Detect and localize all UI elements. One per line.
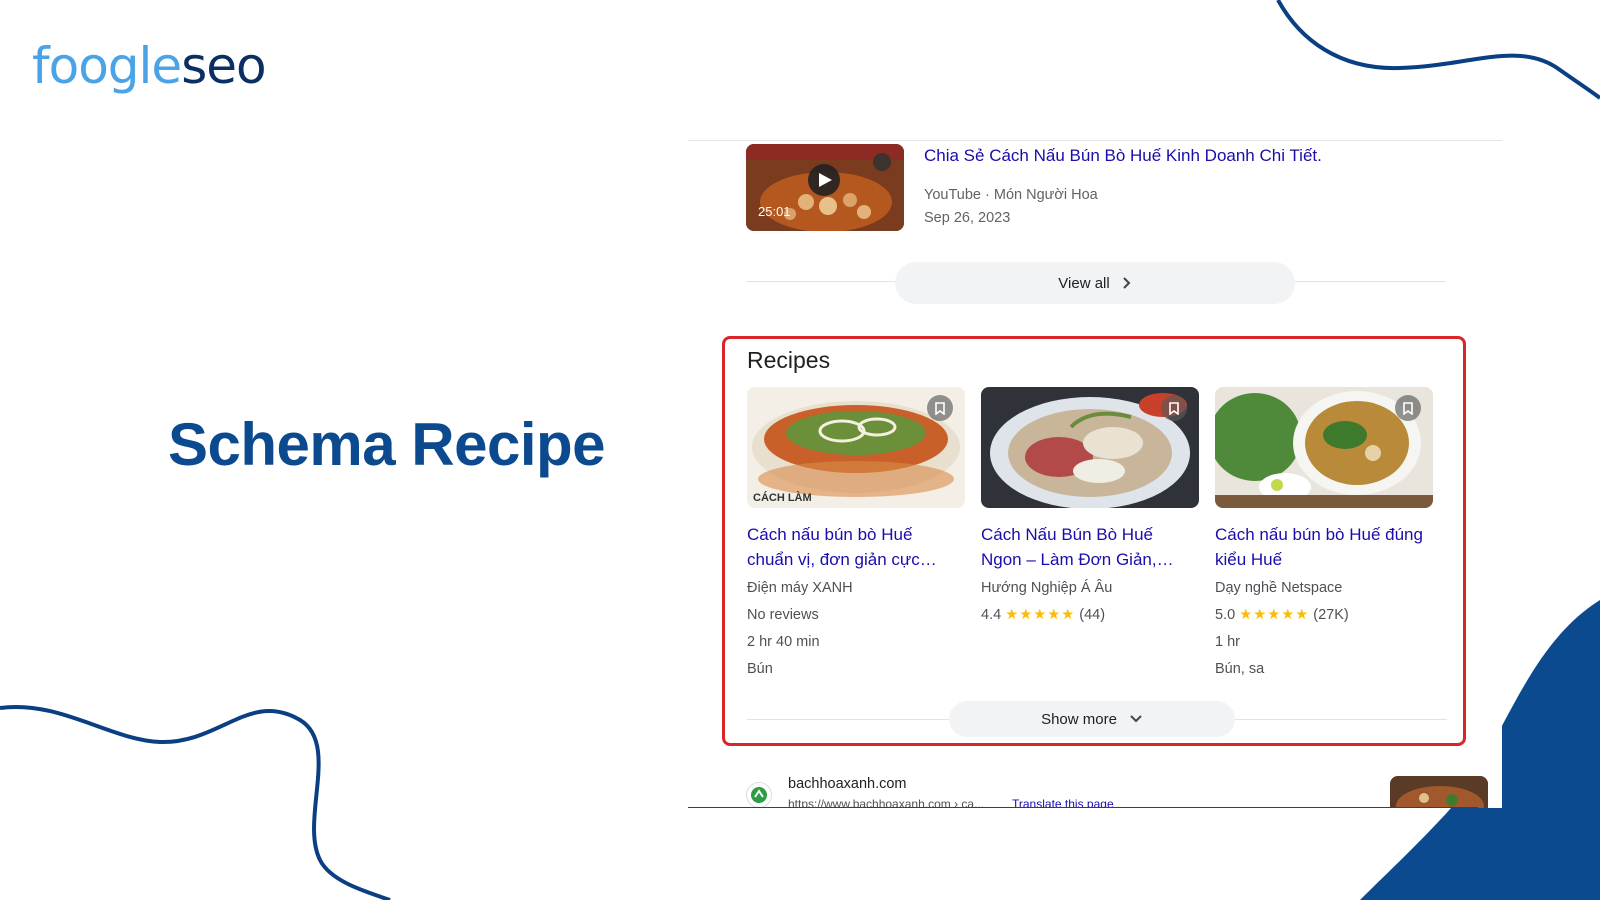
recipe-ingredients: Bún bbox=[747, 661, 773, 677]
recipe-title-link[interactable]: Cách Nấu Bún Bò Huế Ngon – Làm Đơn Giản,… bbox=[981, 522, 1199, 572]
foogleseo-logo: foogleseo bbox=[32, 36, 267, 96]
video-title-link[interactable]: Chia Sẻ Cách Nấu Bún Bò Huế Kinh Doanh C… bbox=[924, 146, 1322, 166]
recipe-card[interactable]: CÁCH LÀM Cách nấu bún bò Huế chuẩn vị, đ… bbox=[747, 387, 965, 679]
video-duration: 25:01 bbox=[758, 204, 791, 219]
recipe-title-link[interactable]: Cách nấu bún bò Huế đúng kiểu Huế bbox=[1215, 522, 1433, 572]
divider bbox=[688, 807, 1478, 808]
view-all-button[interactable]: View all bbox=[895, 262, 1295, 304]
recipes-heading: Recipes bbox=[747, 347, 831, 373]
recipe-rating: No reviews bbox=[747, 607, 819, 623]
recipe-title-link[interactable]: Cách nấu bún bò Huế chuẩn vị, đơn giản c… bbox=[747, 522, 965, 572]
chevron-down-icon bbox=[1130, 715, 1142, 723]
recipe-source: Hướng Nghiệp Á Âu bbox=[981, 580, 1113, 596]
recipe-source: Dạy nghề Netspace bbox=[1215, 580, 1343, 596]
site-name[interactable]: bachhoaxanh.com bbox=[788, 776, 907, 792]
chevron-right-icon bbox=[1122, 277, 1131, 289]
show-more-button[interactable]: Show more bbox=[949, 701, 1235, 737]
recipe-card[interactable]: Cách Nấu Bún Bò Huế Ngon – Làm Đơn Giản,… bbox=[981, 387, 1199, 625]
bookmark-icon[interactable] bbox=[927, 395, 953, 421]
slide-title: Schema Recipe bbox=[168, 411, 606, 478]
view-all-label: View all bbox=[1058, 274, 1110, 292]
video-thumbnail[interactable]: 25:01 bbox=[746, 144, 904, 231]
logo-part-2: seo bbox=[181, 37, 266, 95]
video-result[interactable]: 25:01 Chia Sẻ Cách Nấu Bún Bò Huế Kinh D… bbox=[746, 144, 1466, 234]
divider bbox=[688, 140, 1502, 141]
recipes-carousel: Recipes CÁCH LÀM Cách nấu bún bò Huế chu… bbox=[722, 336, 1466, 746]
image-caption: CÁCH LÀM bbox=[753, 492, 812, 504]
video-meta: YouTube · Món Người Hoa bbox=[924, 187, 1098, 203]
bookmark-icon[interactable] bbox=[1395, 395, 1421, 421]
recipe-card[interactable]: Cách nấu bún bò Huế đúng kiểu Huế Dạy ng… bbox=[1215, 387, 1433, 679]
star-rating-icon: ★★★★★ bbox=[1239, 607, 1310, 623]
recipe-image[interactable] bbox=[981, 387, 1199, 508]
recipe-image[interactable]: CÁCH LÀM bbox=[747, 387, 965, 508]
recipe-source: Điện máy XANH bbox=[747, 580, 853, 596]
result-thumbnail[interactable] bbox=[1390, 776, 1488, 808]
video-date: Sep 26, 2023 bbox=[924, 210, 1011, 226]
recipe-rating: 4.4 ★★★★★ (44) bbox=[981, 607, 1106, 623]
bookmark-icon[interactable] bbox=[1161, 395, 1187, 421]
recipe-time: 1 hr bbox=[1215, 634, 1240, 650]
logo-part-1: foogle bbox=[32, 37, 182, 95]
organic-result[interactable]: bachhoaxanh.com https://www.bachhoaxanh.… bbox=[746, 776, 1488, 808]
recipe-rating: 5.0 ★★★★★ (27K) bbox=[1215, 607, 1349, 623]
recipe-time: 2 hr 40 min bbox=[747, 634, 820, 650]
site-favicon bbox=[746, 782, 772, 808]
recipe-image[interactable] bbox=[1215, 387, 1433, 508]
show-more-label: Show more bbox=[1041, 710, 1117, 728]
recipe-ingredients: Bún, sa bbox=[1215, 661, 1265, 677]
star-rating-icon: ★★★★★ bbox=[1005, 607, 1076, 623]
